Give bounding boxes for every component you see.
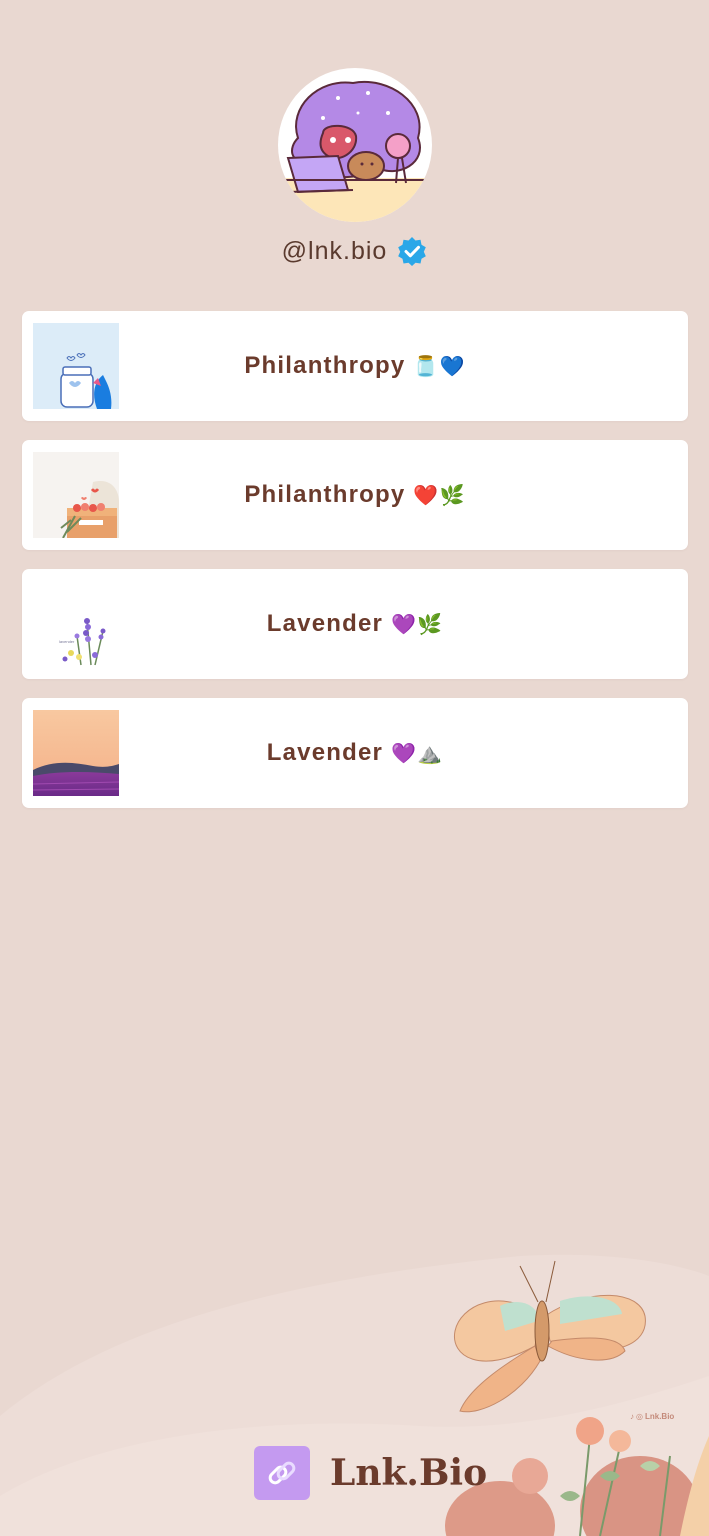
link-card[interactable]: Philanthropy 🫙💙 bbox=[22, 311, 688, 421]
link-card[interactable]: Philanthropy ❤️🌿 bbox=[22, 440, 688, 550]
link-title: Lavender bbox=[266, 610, 384, 637]
watermark-text: Lnk.Bio bbox=[644, 1412, 675, 1421]
brand-name: Lnk.Bio bbox=[330, 1452, 488, 1494]
link-card[interactable]: lavender Lavender 💜🌿 bbox=[22, 569, 688, 679]
link-title: Philanthropy bbox=[244, 352, 406, 379]
link-emoji: 💜🌿 bbox=[391, 613, 444, 636]
profile-handle: @lnk.bio bbox=[281, 236, 388, 265]
link-chain-icon bbox=[254, 1446, 310, 1500]
instagram-icon: ◎ bbox=[636, 1412, 643, 1421]
verified-check-icon bbox=[397, 236, 427, 266]
brand-footer-link[interactable]: Lnk.Bio bbox=[254, 1446, 487, 1500]
watermark: ♪ ◎ Lnk.Bio bbox=[630, 1412, 674, 1421]
link-card[interactable]: Lavender 💜⛰️ bbox=[22, 698, 688, 808]
link-title: Philanthropy bbox=[244, 481, 406, 508]
link-title: Lavender bbox=[266, 739, 384, 766]
link-emoji: ❤️🌿 bbox=[413, 484, 466, 507]
avatar[interactable] bbox=[277, 68, 432, 222]
link-label: Philanthropy ❤️🌿 bbox=[22, 440, 688, 550]
link-label: Lavender 💜🌿 bbox=[22, 569, 688, 679]
link-label: Philanthropy 🫙💙 bbox=[22, 311, 688, 421]
link-emoji: 💜⛰️ bbox=[391, 742, 444, 765]
avatar-illustration bbox=[277, 80, 432, 222]
links-list: Philanthropy 🫙💙 Philanthropy ❤️🌿 lavende… bbox=[22, 311, 688, 827]
profile-header: @lnk.bio bbox=[0, 68, 709, 266]
link-emoji: 🫙💙 bbox=[413, 355, 466, 378]
link-label: Lavender 💜⛰️ bbox=[22, 698, 688, 808]
tiktok-icon: ♪ bbox=[630, 1412, 634, 1421]
handle-row: @lnk.bio bbox=[0, 236, 709, 266]
